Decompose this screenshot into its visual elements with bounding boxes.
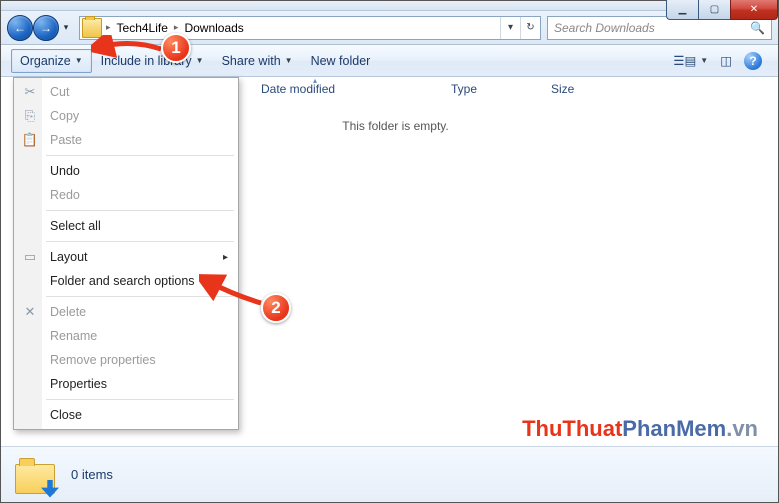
minimize-button[interactable]: ▁: [666, 0, 698, 20]
pane-icon: ◫: [720, 53, 732, 68]
menu-separator: [46, 296, 234, 297]
layout-icon: ▭: [21, 249, 39, 265]
menu-separator: [46, 155, 234, 156]
content-area: ▴ Date modified Type Size This folder is…: [1, 77, 778, 446]
dropdown-icon: ▼: [700, 56, 708, 65]
help-icon: ?: [744, 52, 762, 70]
breadcrumb-seg-2[interactable]: Downloads: [180, 21, 247, 35]
menu-separator: [46, 210, 234, 211]
menu-delete[interactable]: ✕ Delete: [16, 300, 236, 324]
nav-pane: [1, 77, 13, 446]
navigation-bar: ← → ▾ ▸ Tech4Life ▸ Downloads ▾ ↻ Search…: [1, 11, 778, 45]
share-with-button[interactable]: Share with ▼: [213, 49, 302, 73]
item-count: 0 items: [71, 467, 113, 482]
cut-icon: ✂: [21, 84, 39, 100]
status-bar: 0 items: [1, 446, 778, 502]
breadcrumb-sep-icon: ▸: [172, 22, 181, 33]
maximize-button[interactable]: ▢: [698, 0, 730, 20]
menu-properties[interactable]: Properties: [16, 372, 236, 396]
preview-pane-button[interactable]: ◫: [714, 49, 738, 72]
downloads-folder-icon: [15, 454, 57, 496]
include-in-library-button[interactable]: Include in library ▼: [92, 49, 213, 73]
delete-icon: ✕: [21, 304, 39, 320]
breadcrumb-sep-icon: ▸: [104, 22, 113, 33]
address-bar[interactable]: ▸ Tech4Life ▸ Downloads ▾ ↻: [79, 16, 541, 40]
search-icon: 🔍: [750, 21, 765, 35]
submenu-arrow-icon: ▸: [223, 252, 228, 263]
breadcrumb-seg-1[interactable]: Tech4Life: [113, 21, 172, 35]
watermark: ThuThuatPhanMem.vn: [522, 416, 758, 442]
window-controls: ▁ ▢ ✕: [666, 0, 778, 20]
paste-icon: 📋: [21, 132, 39, 148]
dropdown-icon: ▼: [285, 56, 293, 65]
dropdown-icon: ▼: [75, 56, 83, 65]
share-with-label: Share with: [222, 54, 281, 68]
menu-redo[interactable]: Redo: [16, 183, 236, 207]
forward-button[interactable]: →: [33, 15, 59, 41]
copy-icon: ⎘: [21, 108, 39, 124]
menu-folder-options[interactable]: Folder and search options: [16, 269, 236, 293]
menu-select-all[interactable]: Select all: [16, 214, 236, 238]
folder-icon: [82, 18, 102, 38]
organize-button[interactable]: Organize ▼: [11, 49, 92, 73]
menu-copy[interactable]: ⎘ Copy: [16, 104, 236, 128]
dropdown-icon: ▼: [196, 56, 204, 65]
menu-remove-properties[interactable]: Remove properties: [16, 348, 236, 372]
menu-rename[interactable]: Rename: [16, 324, 236, 348]
menu-layout[interactable]: ▭ Layout ▸: [16, 245, 236, 269]
column-type[interactable]: Type: [451, 82, 551, 96]
file-list[interactable]: ▴ Date modified Type Size This folder is…: [13, 77, 778, 446]
address-dropdown[interactable]: ▾: [500, 17, 520, 39]
menu-cut[interactable]: ✂ Cut: [16, 80, 236, 104]
menu-close[interactable]: Close: [16, 403, 236, 427]
history-dropdown[interactable]: ▾: [59, 15, 73, 41]
view-options-button[interactable]: ☰▤ ▼: [667, 49, 714, 72]
view-icon: ☰▤: [673, 53, 696, 68]
window-titlebar: ▁ ▢ ✕: [1, 1, 778, 11]
annotation-callout-1: 1: [161, 33, 191, 63]
menu-undo[interactable]: Undo: [16, 159, 236, 183]
sort-indicator-icon: ▴: [313, 76, 317, 85]
menu-separator: [46, 241, 234, 242]
menu-separator: [46, 399, 234, 400]
column-date-modified[interactable]: Date modified: [261, 82, 451, 96]
help-button[interactable]: ?: [738, 48, 768, 74]
annotation-callout-2: 2: [261, 293, 291, 323]
new-folder-button[interactable]: New folder: [302, 49, 380, 73]
organize-label: Organize: [20, 54, 71, 68]
search-placeholder: Search Downloads: [554, 21, 655, 35]
new-folder-label: New folder: [311, 54, 371, 68]
window-close-button[interactable]: ✕: [730, 0, 778, 20]
command-toolbar: Organize ▼ Include in library ▼ Share wi…: [1, 45, 778, 77]
refresh-button[interactable]: ↻: [520, 17, 540, 39]
back-button[interactable]: ←: [7, 15, 33, 41]
menu-paste[interactable]: 📋 Paste: [16, 128, 236, 152]
column-size[interactable]: Size: [551, 82, 631, 96]
organize-menu: ✂ Cut ⎘ Copy 📋 Paste Undo Redo Select al…: [13, 77, 239, 430]
